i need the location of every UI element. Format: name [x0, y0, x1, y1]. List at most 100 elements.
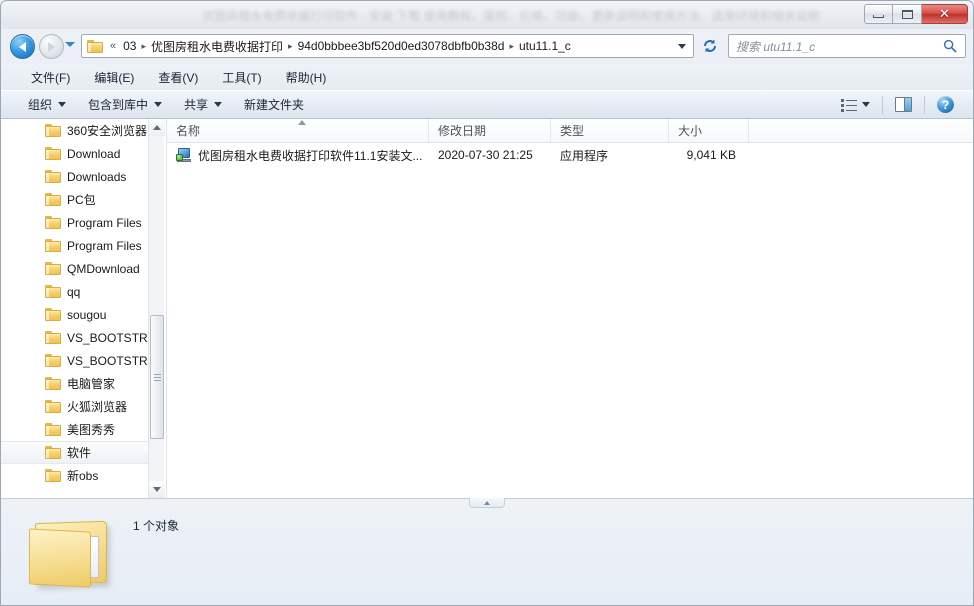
- content-area: 360安全浏览器 Download Downloads PC包 Program …: [1, 119, 973, 498]
- menu-item-file[interactable]: 文件(F): [19, 66, 82, 89]
- tree-item-label: 电脑管家: [67, 377, 116, 391]
- recent-pages-dropdown[interactable]: [65, 42, 75, 47]
- tree-item-label: 新obs: [67, 469, 99, 483]
- folder-tree: 360安全浏览器 Download Downloads PC包 Program …: [1, 119, 151, 487]
- tree-item-label: Download: [67, 146, 121, 161]
- column-header-size[interactable]: 大小: [669, 119, 749, 142]
- navigation-scrollbar[interactable]: [148, 119, 165, 498]
- chevron-down-icon[interactable]: [678, 43, 686, 49]
- close-button[interactable]: ✕: [922, 4, 968, 24]
- overflow-chevrons-icon[interactable]: «: [107, 40, 119, 52]
- tree-item-label: PC包: [67, 193, 96, 207]
- minimize-button[interactable]: [864, 4, 893, 24]
- details-pane: 1 个对象: [1, 498, 973, 605]
- column-header-name[interactable]: 名称: [167, 119, 429, 142]
- back-button[interactable]: [10, 34, 35, 59]
- tree-item-firefox[interactable]: 火狐浏览器: [1, 395, 151, 418]
- organize-label: 组织: [28, 98, 53, 112]
- chevron-up-icon: [484, 500, 490, 505]
- folder-icon: [45, 354, 61, 367]
- breadcrumb-item-2[interactable]: 94d0bbbee3bf520d0ed3078dbfb0b38d: [294, 37, 509, 55]
- menu-item-tools[interactable]: 工具(T): [210, 66, 273, 89]
- chevron-down-icon: [214, 102, 223, 107]
- details-pane-resize-handle[interactable]: [469, 498, 505, 508]
- folder-icon: [45, 308, 61, 321]
- grip-icon: [153, 372, 161, 383]
- tree-item-new-obs[interactable]: 新obs: [1, 464, 151, 487]
- scroll-down-button[interactable]: [149, 481, 165, 498]
- tree-item-sougou[interactable]: sougou: [1, 303, 151, 326]
- preview-pane-button[interactable]: [888, 94, 919, 115]
- tree-item-meitu[interactable]: 美图秀秀: [1, 418, 151, 441]
- toolbar-divider: [882, 95, 883, 114]
- refresh-icon: [704, 39, 716, 53]
- forward-button[interactable]: [39, 34, 64, 59]
- tree-item-360-browser[interactable]: 360安全浏览器: [1, 119, 151, 142]
- folder-icon: [45, 170, 61, 183]
- refresh-button[interactable]: [701, 38, 719, 56]
- tree-item-pc-manager[interactable]: 电脑管家: [1, 372, 151, 395]
- folder-icon: [45, 331, 61, 344]
- toolbar-right-group: ?: [834, 93, 973, 116]
- window-controls: ✕: [864, 4, 968, 24]
- tree-item-vs-bootstrapper-1[interactable]: VS_BOOTSTRA: [1, 326, 151, 349]
- cell-type: 应用程序: [560, 148, 609, 163]
- search-input[interactable]: 搜索 utu11.1_c: [729, 38, 940, 55]
- column-label: 大小: [678, 124, 703, 138]
- cell-date-modified: 2020-07-30 21:25: [438, 148, 533, 162]
- menu-item-view[interactable]: 查看(V): [146, 66, 210, 89]
- tree-item-program-files-x86[interactable]: Program Files: [1, 234, 151, 257]
- chevron-down-icon: [153, 487, 161, 492]
- command-toolbar: 组织 包含到库中 共享 新建文件夹 ?: [1, 90, 973, 119]
- scroll-up-button[interactable]: [149, 119, 165, 136]
- cell-size: 9,041 KB: [686, 148, 736, 162]
- maximize-button[interactable]: [893, 4, 922, 24]
- tree-item-vs-bootstrapper-2[interactable]: VS_BOOTSTRA: [1, 349, 151, 372]
- sort-ascending-icon: [297, 120, 306, 125]
- folder-icon: [45, 239, 61, 252]
- breadcrumb-item-1[interactable]: 优图房租水电费收据打印: [147, 36, 287, 57]
- chevron-down-icon: [154, 102, 163, 107]
- column-header-type[interactable]: 类型: [551, 119, 669, 142]
- share-label: 共享: [184, 98, 209, 112]
- toolbar-divider: [924, 95, 925, 114]
- column-label: 修改日期: [438, 124, 487, 138]
- title-bar: 优图房租水电费收据打印软件 - 安装 下载 使用教程、版权、价格、功能、更新说明…: [1, 1, 973, 29]
- tree-item-label: VS_BOOTSTRA: [67, 353, 151, 368]
- tree-item-pc-package[interactable]: PC包: [1, 188, 151, 211]
- tree-item-downloads[interactable]: Downloads: [1, 165, 151, 188]
- close-icon: ✕: [939, 6, 950, 21]
- folder-icon: [45, 147, 61, 160]
- cell-name: 优图房租水电费收据打印软件11.1安装文...: [167, 147, 429, 164]
- column-header-filler[interactable]: [749, 119, 973, 142]
- menu-item-help[interactable]: 帮助(H): [274, 66, 339, 89]
- menu-item-edit[interactable]: 编辑(E): [82, 66, 146, 89]
- include-in-library-button[interactable]: 包含到库中: [77, 91, 173, 118]
- scrollbar-thumb[interactable]: [150, 315, 164, 439]
- folder-icon: [45, 400, 61, 413]
- tree-item-program-files[interactable]: Program Files: [1, 211, 151, 234]
- window-title: 优图房租水电费收据打印软件 - 安装 下载 使用教程、版权、价格、功能、更新说明…: [202, 9, 820, 23]
- tree-item-qq[interactable]: qq: [1, 280, 151, 303]
- change-view-button[interactable]: [834, 95, 877, 115]
- share-button[interactable]: 共享: [173, 91, 233, 118]
- tree-item-software[interactable]: 软件: [1, 441, 151, 464]
- tree-item-label: 360安全浏览器: [67, 124, 148, 138]
- search-box[interactable]: 搜索 utu11.1_c: [728, 34, 966, 58]
- breadcrumb-item-0[interactable]: 03: [119, 37, 140, 55]
- column-header-date-modified[interactable]: 修改日期: [429, 119, 551, 142]
- object-count-label: 1 个对象: [133, 519, 180, 533]
- breadcrumb-item-3[interactable]: utu11.1_c: [515, 37, 575, 55]
- table-row[interactable]: 优图房租水电费收据打印软件11.1安装文... 2020-07-30 21:25…: [167, 143, 973, 167]
- file-list-pane: 名称 修改日期 类型 大小 优图房租水电费收据打印软件11.1安装文... 20…: [167, 119, 973, 498]
- search-icon[interactable]: [940, 39, 960, 53]
- new-folder-button[interactable]: 新建文件夹: [233, 91, 315, 118]
- help-button[interactable]: ?: [930, 93, 961, 116]
- arrow-left-icon: [19, 41, 26, 52]
- organize-button[interactable]: 组织: [17, 91, 77, 118]
- tree-item-download[interactable]: Download: [1, 142, 151, 165]
- address-bar[interactable]: « 03 ▸ 优图房租水电费收据打印 ▸ 94d0bbbee3bf520d0ed…: [81, 34, 694, 58]
- folder-large-icon: [29, 516, 111, 588]
- tree-item-qmdownload[interactable]: QMDownload: [1, 257, 151, 280]
- folder-icon: [45, 285, 61, 298]
